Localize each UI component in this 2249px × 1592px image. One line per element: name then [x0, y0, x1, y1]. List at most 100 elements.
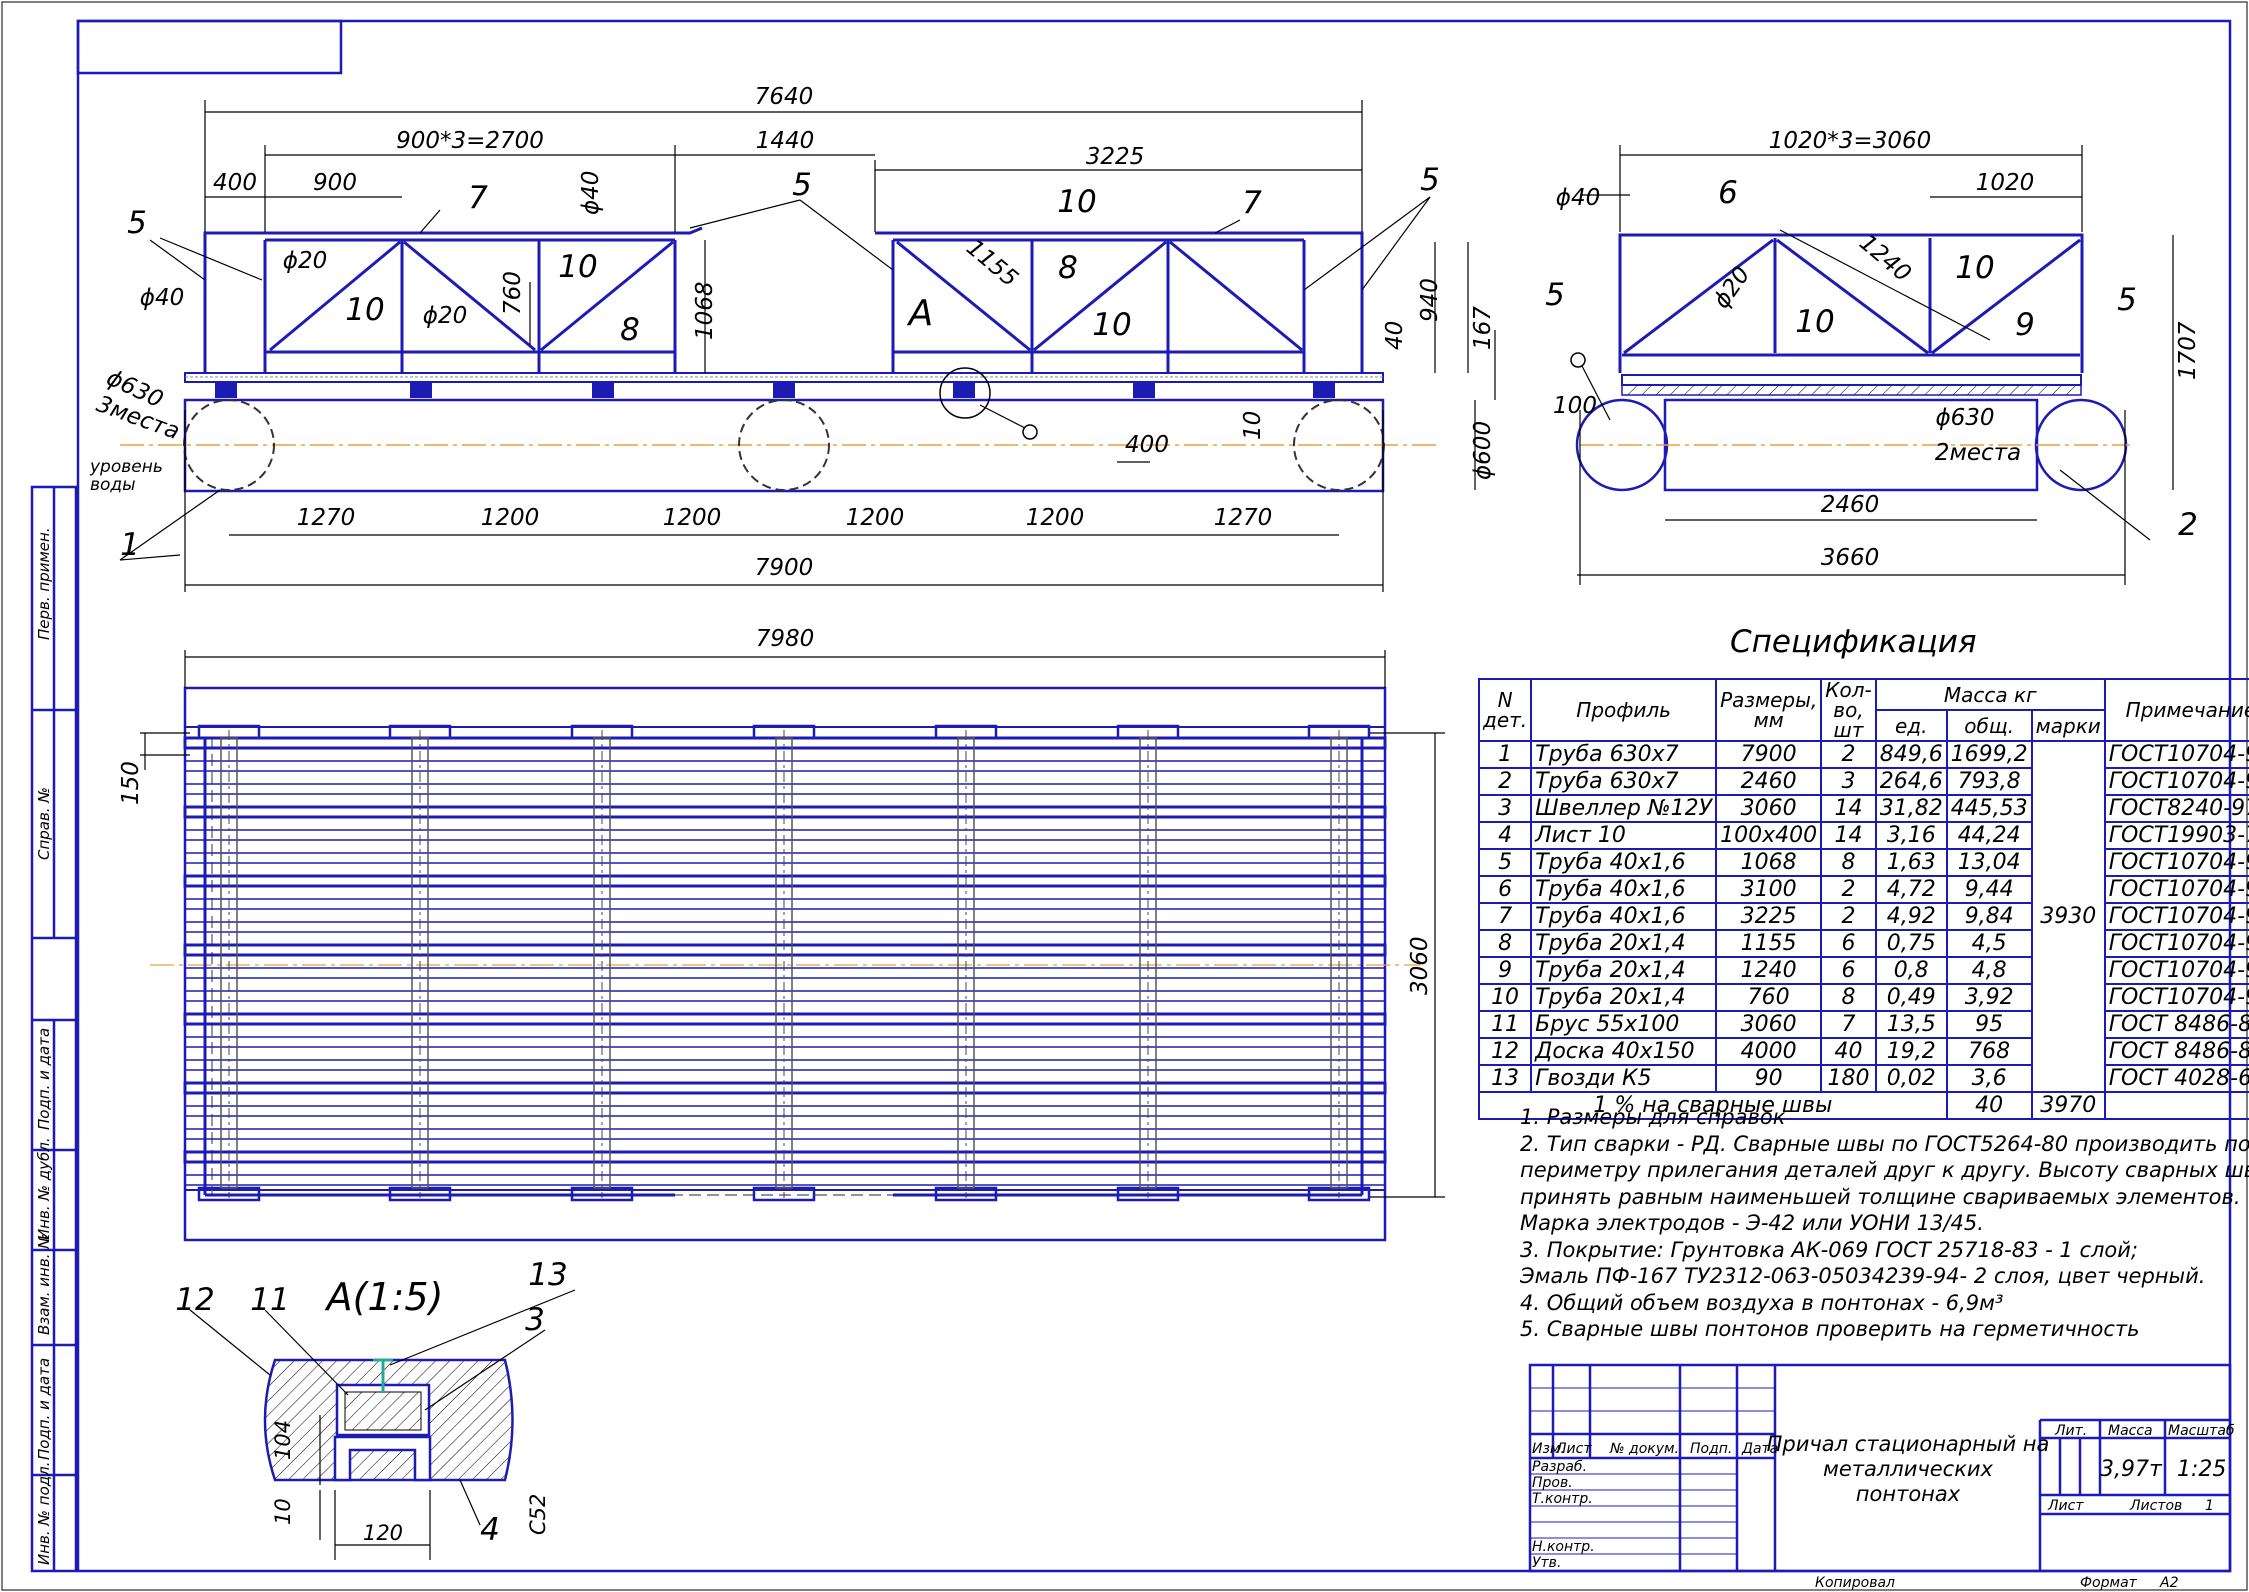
spec-cell: 6: [1820, 929, 1877, 958]
spec-cell: 10: [1477, 983, 1533, 1012]
spec-row: 13Гвозди К5901800,023,6 ГОСТ 4028-63: [1477, 1064, 2249, 1093]
stamp-corner-box: [76, 19, 343, 75]
spec-cell: 13: [1477, 1064, 1533, 1093]
dim-40-top: ϕ40: [578, 171, 604, 215]
deck-plank: [183, 1012, 1387, 1026]
plank-group: [183, 736, 1387, 1186]
detail-title: A(1:5): [324, 1275, 444, 1319]
spec-cell: 6: [1820, 956, 1877, 985]
dim-gap: 1440: [756, 128, 815, 154]
spec-cell: Труба 20х1,4: [1530, 929, 1718, 958]
spec-cell: 13,04: [1945, 848, 2033, 877]
side-dim-1020: 1020: [1976, 170, 2035, 196]
spec-brand-mass: 3930: [2030, 740, 2106, 1093]
callout-5-right: 5: [1420, 162, 1440, 198]
spec-row: 4Лист 10100х400143,1644,24 ГОСТ19903-74: [1477, 821, 2249, 850]
dim-400: 400: [213, 170, 257, 196]
margin-label-2: Справ. №: [35, 787, 53, 860]
spec-cell: Гвозди К5: [1530, 1064, 1718, 1093]
side-dim-pitch: 1020*3=3060: [1769, 128, 1931, 154]
spec-table: N дет. Профиль Размеры, мм Кол-во, шт Ма…: [1477, 678, 2249, 1120]
margin-label-6: Подп. и дата: [35, 1358, 53, 1460]
side-view: 1020*3=3060 1020 ϕ40 100 ϕ630 2места 246…: [1545, 128, 2201, 585]
tb-name-line-2: металлических: [1823, 1457, 1994, 1481]
detail-dim-104: 104: [271, 1420, 295, 1460]
spec-cell: 4,72: [1874, 875, 1948, 904]
tb-row-tkontr: Т.контр.: [1532, 1491, 1593, 1507]
side-callout-5-right: 5: [2117, 282, 2137, 318]
tb-col-sign: Подп.: [1690, 1441, 1732, 1457]
dim-40-right: 40: [1382, 321, 1408, 350]
spec-cell: 3,92: [1945, 983, 2033, 1012]
detail-dim-120: 120: [363, 1521, 403, 1545]
spec-cell: 7: [1820, 1010, 1877, 1039]
note-line: Эмаль ПФ-167 ТУ2312-063-05034239-94- 2 с…: [1520, 1264, 2206, 1288]
spec-cell: 8: [1820, 983, 1877, 1012]
callout-10-c: 10: [1057, 184, 1096, 220]
spec-note-cell: ГОСТ10704-91: [2103, 767, 2249, 796]
tb-format-value: А2: [2159, 1575, 2179, 1591]
spec-body: 1 Труба 630х7 7900 2 849,6 1699,2 3930 ГОСТ1070…: [1477, 740, 2249, 1093]
deck-plank: [184, 1174, 1386, 1186]
spec-note-cell: ГОСТ10704-91: [2103, 740, 2249, 769]
tb-name-line-3: понтонах: [1856, 1482, 1961, 1506]
spec-row: 5Труба 40х1,6106881,6313,04 ГОСТ10704-91: [1477, 848, 2249, 877]
spec-row: 11Брус 55х1003060713,595 ГОСТ 8486-86: [1477, 1010, 2249, 1039]
detail-callout-13: 13: [528, 1257, 567, 1293]
callout-10-d: 10: [1092, 307, 1131, 343]
spec-cell: Труба 630х7: [1530, 767, 1718, 796]
spec-cell: 100х400: [1715, 821, 1823, 850]
spec-cell: 0,75: [1874, 929, 1948, 958]
spec-cell: 14: [1820, 794, 1877, 823]
deck: [184, 372, 1384, 383]
dim-spacing-3: 1200: [663, 505, 722, 531]
dim-right-length: 3225: [1086, 144, 1145, 170]
callout-5-left: 5: [127, 205, 147, 241]
spec-cell: 19,2: [1874, 1037, 1948, 1066]
detail-a-label: A: [907, 293, 934, 334]
spec-cell: 1155: [1715, 929, 1823, 958]
callout-8-left: 8: [620, 312, 640, 348]
spec-cell: 2: [1820, 740, 1877, 769]
spec-cell: 7900: [1715, 740, 1823, 769]
spec-cell: 3: [1477, 794, 1533, 823]
spec-cell: 180: [1820, 1064, 1877, 1093]
spec-cell: 2: [1820, 875, 1877, 904]
spec-note-cell: ГОСТ19903-74: [2103, 821, 2249, 850]
spec-cell: 445,53: [1945, 794, 2033, 823]
spec-cell: 9,84: [1945, 902, 2033, 931]
side-callout-6: 6: [1718, 175, 1738, 211]
side-dia-630: ϕ630: [1935, 405, 1994, 431]
dim-10: 10: [1240, 411, 1266, 440]
spec-note-cell: ГОСТ10704-91: [2103, 875, 2249, 904]
spec-cell: 6: [1477, 875, 1533, 904]
tb-col-doc: № докум.: [1609, 1441, 1679, 1457]
spec-cell: 1: [1477, 740, 1533, 769]
margin-label-4: Инв. № дубл.: [35, 1137, 53, 1240]
detail-callout-11: 11: [250, 1282, 289, 1318]
deck-plank: [184, 829, 1386, 841]
spec-cell: 1699,2: [1945, 740, 2033, 769]
spec-row: 3 Швеллер №12У 3060 14 31,82 445,53 ГОСТ8240-9…: [1477, 794, 2249, 823]
detail-callout-4: 4: [480, 1512, 500, 1548]
note-line: 5. Сварные швы понтонов проверить на гер…: [1520, 1317, 2140, 1341]
spec-cell: 13,5: [1874, 1010, 1948, 1039]
spec-cell: 3,16: [1874, 821, 1948, 850]
side-dia-20: ϕ20: [1709, 262, 1756, 313]
deck-plank: [184, 898, 1386, 910]
spec-note-cell: ГОСТ10704-91: [2103, 902, 2249, 931]
margin-label-1: Перв. примен.: [35, 527, 53, 640]
deck-plank: [184, 990, 1386, 1002]
callout-10-b: 10: [345, 292, 384, 328]
spec-cell: 3: [1820, 767, 1877, 796]
dia-40-left: ϕ40: [140, 285, 184, 311]
spec-head-total: общ.: [1945, 709, 2033, 742]
dim-760: 760: [500, 271, 526, 315]
spec-cell: 793,8: [1945, 767, 2033, 796]
side-dim-2460: 2460: [1821, 492, 1880, 518]
spec-cell: 31,82: [1874, 794, 1948, 823]
deck-plank: [184, 921, 1386, 933]
spec-cell: 14: [1820, 821, 1877, 850]
deck-plank: [183, 943, 1387, 957]
side-callout-9: 9: [2015, 307, 2035, 343]
